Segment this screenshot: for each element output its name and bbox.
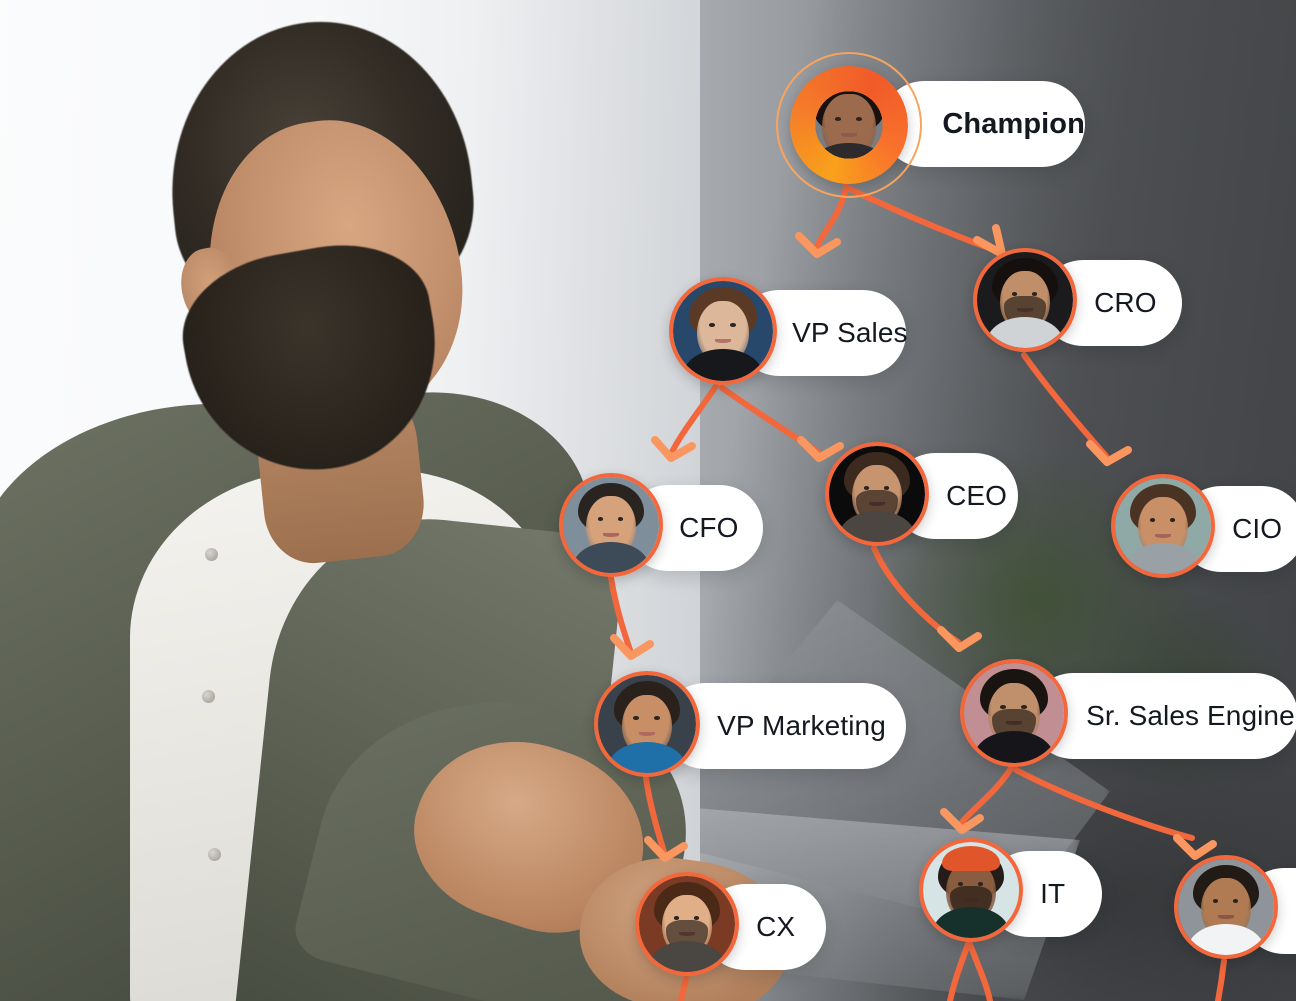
avatar-photo-sr-se	[964, 663, 1064, 763]
org-node-avatar-champion[interactable]	[776, 52, 922, 198]
org-node-pill-sr-se[interactable]: Sr. Sales Engineer	[1030, 673, 1296, 759]
org-node-avatar-cx[interactable]	[635, 872, 739, 976]
org-node-label-cio: CIO	[1232, 513, 1283, 544]
org-node-label-vp-mktg: VP Marketing	[717, 710, 886, 741]
org-node-avatar-ceo[interactable]	[825, 442, 929, 546]
org-node-label-it: IT	[1040, 878, 1066, 909]
org-node-avatar-c-cut[interactable]	[1174, 855, 1278, 959]
avatar-photo-vp-mktg	[598, 675, 696, 773]
org-node-label-sr-se: Sr. Sales Engineer	[1086, 700, 1296, 731]
avatar-photo-ceo	[829, 446, 925, 542]
avatar-photo-cfo	[563, 477, 659, 573]
org-node-avatar-cfo[interactable]	[559, 473, 663, 577]
avatar-photo-vp-sales	[673, 281, 773, 381]
org-node-label-champion: Champion	[942, 107, 1085, 140]
avatar-photo-it	[923, 842, 1019, 938]
org-node-avatar-vp-sales[interactable]	[669, 277, 777, 385]
avatar-photo-cio	[1115, 478, 1211, 574]
screenshot-root: Champion VP Sales CRO CFO CEO CIO VP Marketing…	[0, 0, 1296, 1001]
org-node-avatar-cio[interactable]	[1111, 474, 1215, 578]
org-node-avatar-cro[interactable]	[973, 248, 1077, 352]
org-node-label-vp-sales: VP Sales	[792, 317, 908, 348]
avatar-photo-cx	[639, 876, 735, 972]
avatar-photo-champion	[798, 74, 900, 176]
org-node-avatar-vp-mktg[interactable]	[594, 671, 700, 777]
org-node-label-cfo: CFO	[679, 512, 739, 543]
avatar-photo-cro	[977, 252, 1073, 348]
org-node-label-cro: CRO	[1094, 287, 1157, 318]
org-node-label-ceo: CEO	[946, 480, 1008, 511]
avatar-photo-c-cut	[1178, 859, 1274, 955]
org-node-label-cx: CX	[756, 911, 796, 942]
org-node-avatar-it[interactable]	[919, 838, 1023, 942]
org-node-avatar-sr-se[interactable]	[960, 659, 1068, 767]
